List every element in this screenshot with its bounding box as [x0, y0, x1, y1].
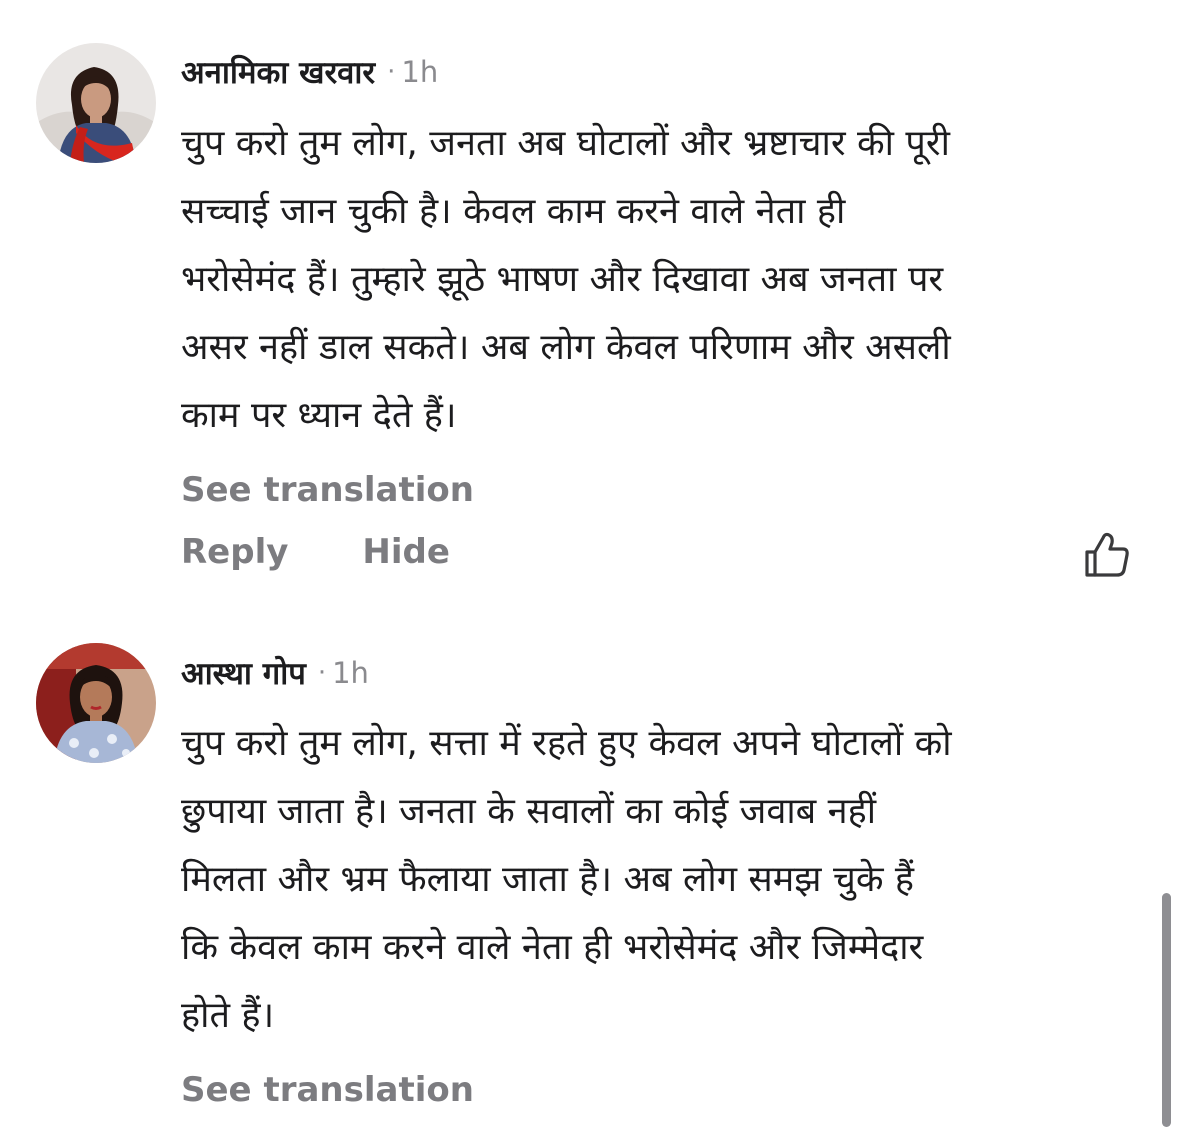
comment-text-line: मिलता और भ्रम फैलाया जाता है। अब लोग समझ… — [181, 859, 915, 900]
avatar[interactable] — [36, 643, 156, 763]
comment-text-line: काम पर ध्यान देते हैं। — [181, 395, 457, 436]
avatar-photo-icon — [36, 43, 156, 163]
comment-text-line: चुप करो तुम लोग, जनता अब घोटालों और भ्रष… — [181, 123, 950, 164]
comment-text-line: भरोसेमंद हैं। तुम्हारे झूठे भाषण और दिखा… — [181, 259, 944, 300]
comment-text-line: होते हैं। — [181, 995, 275, 1036]
like-button[interactable] — [1082, 530, 1132, 580]
thumbs-up-icon — [1085, 532, 1129, 577]
timestamp: 1h — [401, 55, 439, 89]
scrollbar[interactable] — [1162, 893, 1171, 1127]
hide-button[interactable]: Hide — [362, 532, 450, 572]
comment-text-line: असर नहीं डाल सकते। अब लोग केवल परिणाम और… — [181, 327, 951, 368]
avatar-photo-icon — [36, 643, 156, 763]
timestamp: 1h — [332, 656, 369, 690]
comment-text-line: सच्चाई जान चुकी है। केवल काम करने वाले न… — [181, 191, 846, 232]
see-translation-link[interactable]: See translation — [181, 1070, 474, 1110]
comment-header: आस्था गोप · 1h — [181, 648, 369, 698]
comment-text: चुप करो तुम लोग, जनता अब घोटालों और भ्रष… — [181, 110, 1151, 450]
reply-button[interactable]: Reply — [181, 532, 288, 572]
comment-actions: Reply Hide — [181, 532, 450, 572]
author-name[interactable]: अनामिका खरवार — [181, 51, 375, 93]
comment-text-line: छुपाया जाता है। जनता के सवालों का कोई जव… — [181, 791, 877, 832]
comment-text-line: कि केवल काम करने वाले नेता ही भरोसेमंद औ… — [181, 927, 924, 968]
comment-text: चुप करो तुम लोग, सत्ता में रहते हुए केवल… — [181, 710, 1151, 1050]
separator-dot: · — [387, 57, 396, 87]
author-name[interactable]: आस्था गोप — [181, 652, 306, 694]
comment-text-line: चुप करो तुम लोग, सत्ता में रहते हुए केवल… — [181, 723, 952, 764]
separator-dot: · — [317, 658, 327, 688]
see-translation-link[interactable]: See translation — [181, 470, 474, 510]
avatar[interactable] — [36, 43, 156, 163]
comment-header: अनामिका खरवार · 1h — [181, 47, 438, 97]
